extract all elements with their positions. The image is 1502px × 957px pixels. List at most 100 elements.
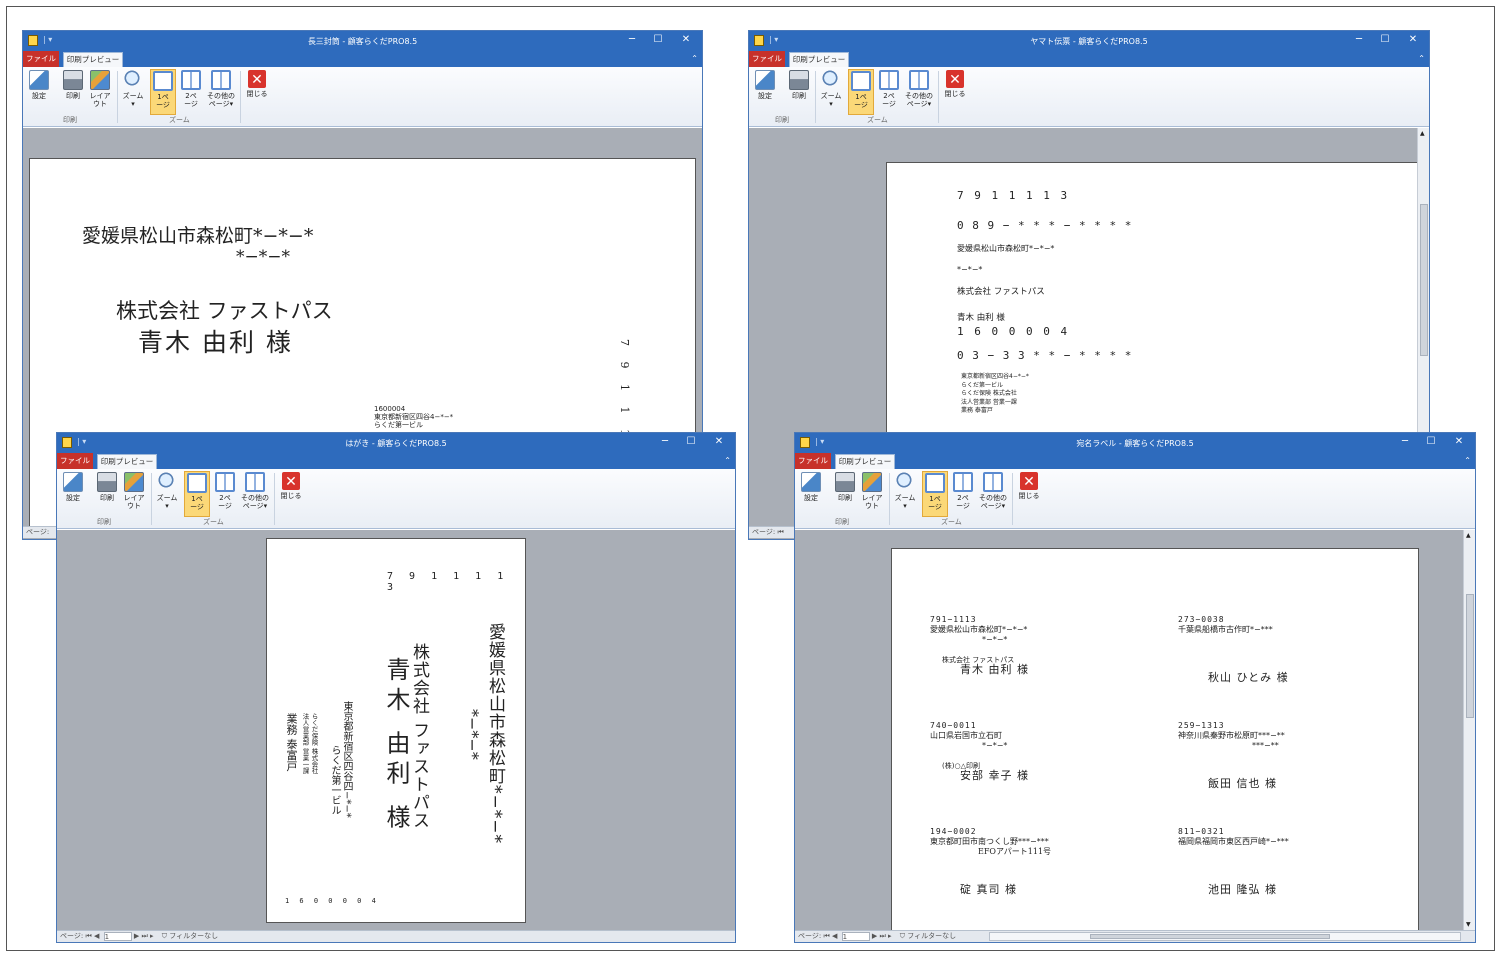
tab-file[interactable]: ファイル [795, 453, 831, 469]
ribbon-collapse-icon[interactable]: ⌃ [724, 456, 731, 465]
horizontal-scrollbar[interactable] [989, 932, 1461, 941]
group-separator [151, 473, 152, 525]
ribbon-collapse-icon[interactable]: ⌃ [691, 54, 698, 63]
recipient-address-2: *−*−* [463, 709, 482, 760]
close-preview-button[interactable]: ✕ 閉じる [278, 471, 304, 517]
tab-file[interactable]: ファイル [749, 51, 785, 67]
layout-button[interactable]: レイア ウト [859, 471, 885, 517]
close-window-button[interactable]: ✕ [674, 34, 698, 45]
magnifier-icon [157, 472, 177, 492]
from-zip: 1 6 0 0 0 0 4 [957, 325, 1070, 338]
two-page-button[interactable]: 2ペ ージ [951, 471, 975, 517]
minimize-button[interactable]: ─ [653, 436, 677, 447]
group-label-zoom: ズーム [203, 518, 224, 526]
recipient-address-2: *−*−* [236, 247, 290, 267]
preview-area[interactable]: 7 9 1 1 1 1 3 愛媛県松山市森松町*−*−* *−*−* 株式会社 … [57, 530, 735, 942]
zoom-button[interactable]: ズーム ▾ [155, 471, 179, 517]
ribbon: 設定 印刷 レイア ウト ズーム ▾ 1ペ ージ 2ペ ージ その他の ページ▾ ✕ 閉じる… [57, 469, 735, 529]
maximize-button[interactable]: ☐ [1373, 34, 1397, 45]
settings-button[interactable]: 設定 [61, 471, 85, 517]
one-page-button[interactable]: 1ペ ージ [150, 69, 176, 115]
layout-button[interactable]: レイア ウト [121, 471, 147, 517]
other-pages-button[interactable]: その他の ページ▾ [903, 69, 935, 115]
scroll-up-icon[interactable]: ▲ [1466, 532, 1471, 539]
group-label-print: 印刷 [835, 518, 849, 526]
scroll-up-icon[interactable]: ▲ [1420, 130, 1425, 137]
tab-print-preview[interactable]: 印刷プレビュー [97, 454, 157, 469]
first-page-icon[interactable]: ⏮ ◀ [85, 932, 99, 940]
scroll-thumb[interactable] [1466, 594, 1474, 718]
minimize-button[interactable]: ─ [620, 34, 644, 45]
from-person: 業務 泰富戸 [961, 407, 993, 414]
other-pages-button[interactable]: その他の ページ▾ [205, 69, 237, 115]
layout-button[interactable]: レイア ウト [87, 69, 113, 115]
one-page-button[interactable]: 1ペ ージ [184, 471, 210, 517]
minimize-button[interactable]: ─ [1347, 34, 1371, 45]
hscroll-thumb[interactable] [1090, 934, 1330, 939]
close-preview-button[interactable]: ✕ 閉じる [942, 69, 968, 115]
multi-page-icon [245, 472, 265, 492]
print-button[interactable]: 印刷 [95, 471, 119, 517]
layout-icon [124, 472, 144, 492]
scroll-down-icon[interactable]: ▼ [1466, 921, 1471, 928]
group-label-zoom: ズーム [867, 116, 888, 124]
close-window-button[interactable]: ✕ [1401, 34, 1425, 45]
other-pages-button[interactable]: その他の ページ▾ [239, 471, 271, 517]
sender-company: らくだ保険 株式会社 [310, 713, 318, 774]
two-page-button[interactable]: 2ペ ージ [179, 69, 203, 115]
ribbon-collapse-icon[interactable]: ⌃ [1418, 54, 1425, 63]
minimize-button[interactable]: ─ [1393, 436, 1417, 447]
print-button[interactable]: 印刷 [61, 69, 85, 115]
first-page-icon[interactable]: ⏮ ◀ [823, 932, 837, 940]
window-title: はがき - 顧客らくだPRO8.5 [345, 439, 447, 448]
close-window-button[interactable]: ✕ [707, 436, 731, 447]
close-preview-button[interactable]: ✕ 閉じる [244, 69, 270, 115]
close-window-button[interactable]: ✕ [1447, 436, 1471, 447]
status-bar: ページ: ⏮ ◀ 1 ▶ ⏭ ▸ ⛉ フィルターなし [57, 930, 735, 942]
tab-print-preview[interactable]: 印刷プレビュー [789, 52, 849, 67]
next-page-icon[interactable]: ▶ ⏭ ▸ [872, 932, 892, 940]
to-zip: 7 9 1 1 1 1 3 [957, 189, 1070, 202]
ribbon-collapse-icon[interactable]: ⌃ [1464, 456, 1471, 465]
to-tel: 0 8 9 − * * * − * * * * [957, 219, 1133, 232]
tab-print-preview[interactable]: 印刷プレビュー [63, 52, 123, 67]
maximize-button[interactable]: ☐ [679, 436, 703, 447]
window-title: ヤマト伝票 - 顧客らくだPRO8.5 [1030, 37, 1148, 46]
maximize-button[interactable]: ☐ [1419, 436, 1443, 447]
tab-file[interactable]: ファイル [23, 51, 59, 67]
tab-print-preview[interactable]: 印刷プレビュー [835, 454, 895, 469]
two-page-icon [215, 472, 235, 492]
filter-status[interactable]: フィルターなし [169, 932, 218, 940]
group-separator [889, 473, 890, 525]
scroll-thumb[interactable] [1420, 204, 1428, 356]
postcard-page: 7 9 1 1 1 1 3 愛媛県松山市森松町*−*−* *−*−* 株式会社 … [266, 538, 526, 923]
one-page-button[interactable]: 1ペ ージ [922, 471, 948, 517]
maximize-button[interactable]: ☐ [646, 34, 670, 45]
print-button[interactable]: 印刷 [833, 471, 857, 517]
sender-department: 法人営業部 営業一課 [301, 713, 309, 774]
other-pages-button[interactable]: その他の ページ▾ [977, 471, 1009, 517]
settings-icon [801, 472, 821, 492]
print-button[interactable]: 印刷 [787, 69, 811, 115]
group-separator [815, 71, 816, 123]
zoom-button[interactable]: ズーム ▾ [819, 69, 843, 115]
next-page-icon[interactable]: ▶ ⏭ ▸ [134, 932, 154, 940]
vertical-scrollbar[interactable]: ▲ ▼ [1463, 530, 1475, 930]
settings-button[interactable]: 設定 [27, 69, 51, 115]
two-page-button[interactable]: 2ペ ージ [213, 471, 237, 517]
settings-button[interactable]: 設定 [753, 69, 777, 115]
two-page-button[interactable]: 2ペ ージ [877, 69, 901, 115]
preview-area[interactable]: 791−1113 愛媛県松山市森松町*−*−* *−*−* 株式会社 ファストパ… [795, 530, 1475, 942]
close-preview-button[interactable]: ✕ 閉じる [1016, 471, 1042, 517]
tab-file[interactable]: ファイル [57, 453, 93, 469]
filter-status[interactable]: フィルターなし [907, 932, 956, 940]
page-number-input[interactable]: 1 [841, 932, 870, 941]
settings-button[interactable]: 設定 [799, 471, 823, 517]
one-page-button[interactable]: 1ペ ージ [848, 69, 874, 115]
close-icon: ✕ [946, 70, 964, 88]
page-number-input[interactable]: 1 [103, 932, 132, 941]
zoom-button[interactable]: ズーム ▾ [121, 69, 145, 115]
multi-page-icon [909, 70, 929, 90]
zoom-button[interactable]: ズーム ▾ [893, 471, 917, 517]
multi-page-icon [983, 472, 1003, 492]
